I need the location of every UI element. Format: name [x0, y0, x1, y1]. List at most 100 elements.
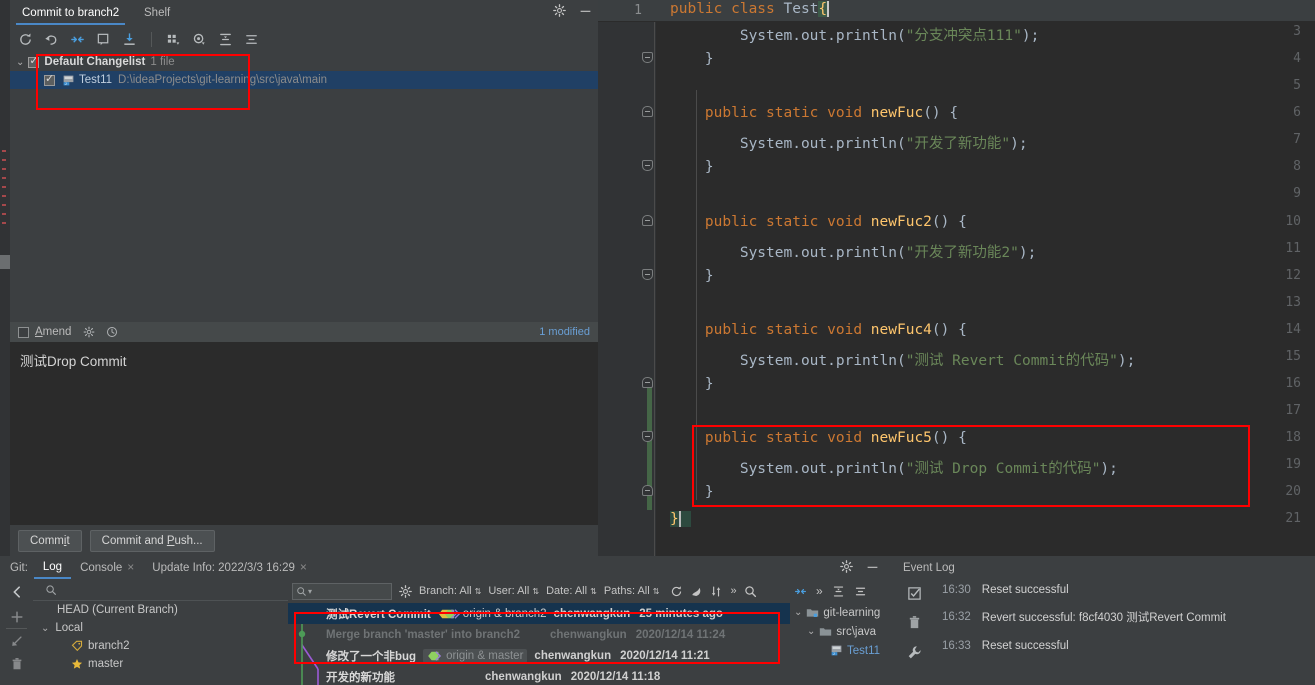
wrench-icon[interactable]	[897, 637, 932, 667]
fold-marker[interactable]	[642, 215, 653, 226]
refresh-icon[interactable]	[18, 32, 33, 47]
history-icon[interactable]	[106, 326, 118, 338]
changelist-checkbox[interactable]	[28, 54, 40, 68]
fold-marker[interactable]	[642, 431, 653, 442]
tab-shelf[interactable]: Shelf	[138, 2, 176, 25]
code-editor[interactable]: 1 3 4 5 6 7 8 9 10 11 12 13 14 15 16 17 …	[598, 0, 1315, 556]
code-line: }	[670, 159, 714, 175]
highlight-icon[interactable]	[690, 585, 703, 598]
branch-item-master[interactable]: master	[33, 655, 288, 673]
commit-tab-bar: Commit to branch2 Shelf	[10, 0, 598, 25]
diff-icon[interactable]	[70, 32, 85, 47]
log-row[interactable]: 修改了一个非bug origin & master chenwangkun 20…	[288, 645, 790, 666]
fold-marker[interactable]	[642, 160, 653, 171]
download-icon[interactable]	[122, 32, 137, 47]
commit-and-push-button[interactable]: Commit and Push...	[89, 529, 215, 552]
delete-icon[interactable]	[0, 652, 33, 675]
tree-node-label: src\java	[836, 625, 877, 638]
preview-icon[interactable]	[192, 32, 207, 47]
filter-user[interactable]: User: All ⇅	[488, 585, 539, 597]
group-by-icon[interactable]	[166, 32, 181, 47]
ref-chip[interactable]: origin & master	[423, 648, 528, 663]
sticky-class-header: 1 public class Test{	[598, 0, 1315, 22]
tab-console-label: Console	[80, 562, 123, 574]
chevron-down-icon[interactable]: ⌄	[807, 626, 815, 637]
chevron-down-icon[interactable]: ⌄	[794, 607, 802, 618]
branch-group-local[interactable]: ⌄ Local	[33, 619, 288, 637]
fold-marker[interactable]	[642, 377, 653, 388]
changelist-row[interactable]: ⌄ Default Changelist 1 file	[10, 53, 598, 71]
log-row[interactable]: 开发的新功能 chenwangkun 2020/12/14 11:18	[288, 666, 790, 685]
gear-icon[interactable]	[840, 560, 853, 573]
branch-item-head[interactable]: HEAD (Current Branch)	[33, 601, 288, 619]
git-tool-window: Git: Log Console × Update Info: 2022/3/3 …	[0, 556, 1315, 685]
expand-icon[interactable]	[794, 585, 807, 598]
tab-console[interactable]: Console ×	[71, 556, 143, 579]
filter-branch[interactable]: Branch: All ⇅	[419, 585, 481, 597]
changes-tree: ⌄ Default Changelist 1 file J Test11 D:\…	[10, 53, 598, 318]
fold-marker[interactable]	[642, 269, 653, 280]
changed-file-row[interactable]: J Test11 D:\ideaProjects\git-learning\sr…	[10, 71, 598, 89]
commit-message-input[interactable]: 测试Drop Commit	[10, 342, 598, 525]
module-folder-icon	[807, 609, 819, 617]
commit-subject: Merge branch 'master' into branch2	[326, 628, 520, 641]
close-icon[interactable]: ×	[127, 560, 134, 574]
refresh-icon[interactable]	[670, 585, 683, 598]
chevron-down-icon[interactable]: ⌄	[41, 623, 49, 634]
svg-text:J: J	[65, 82, 67, 86]
commit-button[interactable]: Commit	[18, 529, 82, 552]
gear-icon[interactable]	[553, 4, 566, 17]
gear-icon[interactable]	[83, 326, 95, 338]
tree-node-file[interactable]: J Test11	[790, 641, 897, 660]
collapse-all-icon[interactable]	[854, 585, 867, 598]
checkbox-icon[interactable]	[897, 579, 932, 607]
filter-date[interactable]: Date: All ⇅	[546, 585, 597, 597]
tree-node-folder[interactable]: ⌄ src\java	[790, 622, 897, 641]
tab-event-log[interactable]: Event Log	[903, 562, 955, 574]
collapse-left-icon[interactable]	[0, 579, 33, 605]
commit-author: chenwangkun	[550, 628, 627, 641]
gear-icon[interactable]	[399, 584, 412, 598]
show-diff-icon[interactable]	[96, 32, 111, 47]
minimize-icon[interactable]	[579, 4, 592, 17]
delete-icon[interactable]	[897, 607, 932, 637]
log-row[interactable]: Merge branch 'master' into branch2 chenw…	[288, 624, 790, 645]
overflow-icon[interactable]: »	[816, 584, 823, 598]
code-line: System.out.println("测试 Drop Commit的代码");	[670, 461, 1118, 477]
tree-node-module[interactable]: ⌄ git-learning	[790, 603, 897, 622]
sort-icon[interactable]	[710, 585, 723, 598]
overflow-icon[interactable]: »	[730, 585, 736, 597]
fold-marker[interactable]	[642, 106, 653, 117]
event-log-panel[interactable]: 16:30 Reset successful 16:32 Revert succ…	[932, 579, 1315, 685]
collapse-all-icon[interactable]	[244, 32, 259, 47]
checkout-icon[interactable]	[0, 629, 33, 652]
file-checkbox[interactable]	[44, 72, 55, 86]
fold-marker[interactable]	[642, 485, 653, 496]
add-icon[interactable]	[0, 605, 33, 629]
minimize-icon[interactable]	[866, 560, 879, 573]
close-icon[interactable]: ×	[300, 560, 307, 574]
left-tool-strip[interactable]	[0, 0, 10, 556]
amend-checkbox[interactable]	[18, 326, 29, 338]
tab-update-info[interactable]: Update Info: 2022/3/3 16:29 ×	[143, 556, 316, 579]
event-log-row: 16:30 Reset successful	[932, 579, 1315, 600]
branch-search-input[interactable]	[33, 579, 288, 601]
chevron-down-icon[interactable]: ▾	[308, 587, 312, 596]
tab-commit-to-branch2[interactable]: Commit to branch2	[16, 2, 126, 25]
search-icon[interactable]	[744, 585, 757, 598]
fold-marker[interactable]	[642, 52, 653, 63]
tab-log[interactable]: Log	[33, 556, 72, 579]
git-log-sidebar	[0, 579, 33, 685]
filter-paths[interactable]: Paths: All ⇅	[604, 585, 660, 597]
ref-chip[interactable]: origin & branch2	[438, 608, 547, 620]
rollback-icon[interactable]	[44, 32, 59, 47]
branch-item-branch2[interactable]: branch2	[33, 637, 288, 655]
expand-all-icon[interactable]	[832, 585, 845, 598]
scrollbar-thumb[interactable]	[0, 255, 10, 269]
log-row[interactable]: 测试Revert Commit origin & branch2 chenwan…	[288, 603, 790, 624]
svg-text:J: J	[833, 652, 835, 656]
code-text-area[interactable]: System.out.println("分支冲突点111"); } public…	[656, 0, 1315, 556]
expand-all-icon[interactable]	[218, 32, 233, 47]
log-search-input[interactable]: ▾	[292, 582, 392, 600]
chevron-down-icon[interactable]: ⌄	[16, 57, 24, 68]
